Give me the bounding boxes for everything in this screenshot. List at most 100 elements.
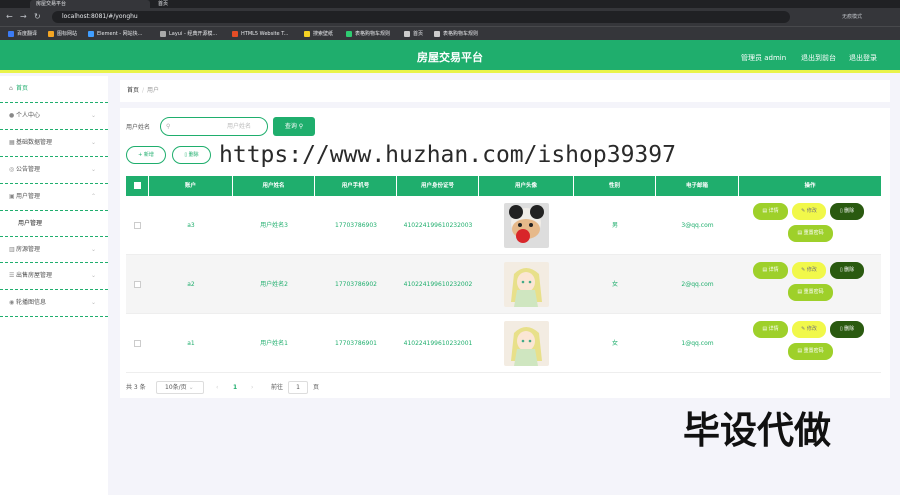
delete-button[interactable]: ▯ 删除 <box>830 203 864 220</box>
row-checkbox[interactable] <box>134 222 141 229</box>
batch-delete-button[interactable]: ▯ 删除 <box>172 146 211 164</box>
page-size-select[interactable]: 10条/页 ⌄ <box>156 381 204 394</box>
reset-password-button[interactable]: ▤ 重置密码 <box>788 225 833 242</box>
search-button[interactable]: 查询 ⚲ <box>273 117 315 136</box>
cell-phone: 17703786902 <box>335 281 377 288</box>
trash-icon: ▯ <box>839 267 843 273</box>
sidebar-item-home[interactable]: ⌂ 首页 <box>0 76 108 103</box>
chevron-up-icon: ⌃ <box>90 193 96 200</box>
back-icon[interactable]: ← <box>6 11 13 23</box>
sidebar-item-label: 用户管理 <box>18 220 43 227</box>
detail-label: 详情 <box>768 267 779 273</box>
browser-toolbar: ← → ↻ localhost:8081/#/yonghu 无痕模式 <box>0 8 900 26</box>
column-header: 操作 <box>804 183 816 189</box>
reload-icon[interactable]: ↻ <box>34 11 41 23</box>
admin-label: 管理员 admin <box>741 54 787 62</box>
delete-button[interactable]: ▯ 删除 <box>830 262 864 279</box>
browser-tab-active[interactable]: 房屋交易平台 <box>30 0 150 8</box>
breadcrumb-home[interactable]: 首页 <box>127 87 139 94</box>
forward-icon[interactable]: → <box>20 11 27 23</box>
profile-label[interactable]: 无痕模式 <box>842 11 862 23</box>
delete-button[interactable]: ▯ 删除 <box>830 321 864 338</box>
bookmark-item[interactable]: 百度翻译 <box>8 28 37 40</box>
back-to-front-link[interactable]: 退出到前台 <box>801 40 836 76</box>
header-select-all[interactable] <box>126 176 149 196</box>
sidebar-item-sales[interactable]: ☰ 出售房屋管理 ⌄ <box>0 263 108 290</box>
bookmark-item[interactable]: 搜索壁纸 <box>304 28 333 40</box>
bookmark-item[interactable]: Layui - 经典开源模... <box>160 28 217 40</box>
detail-button[interactable]: ▤ 详情 <box>753 321 788 338</box>
detail-label: 详情 <box>768 326 779 332</box>
breadcrumb: 首页 / 用户 <box>120 80 890 102</box>
sidebar-item-houses[interactable]: ▥房源管理 ⌄ <box>0 236 108 263</box>
row-checkbox[interactable] <box>134 340 141 347</box>
edit-button[interactable]: ✎ 修改 <box>792 321 826 338</box>
edit-button[interactable]: ✎ 修改 <box>792 203 826 220</box>
trash-icon: ▯ <box>184 152 188 158</box>
page-unit: 页 <box>313 384 320 391</box>
row-select[interactable] <box>126 255 149 313</box>
url-text: localhost:8081/#/yonghu <box>62 13 138 20</box>
bookmark-item[interactable]: 表格购物车规则 <box>434 28 478 40</box>
search-label: 用户姓名 <box>126 124 151 131</box>
cell-avatar <box>479 255 574 313</box>
bookmark-icon <box>232 30 238 37</box>
search-input[interactable]: ⚲ 用户姓名 <box>160 117 268 136</box>
chevron-down-icon: ⌄ <box>90 246 96 253</box>
sidebar-item-carousel[interactable]: ◉ 轮播图信息 ⌄ <box>0 290 108 317</box>
reset-password-button[interactable]: ▤ 重置密码 <box>788 284 833 301</box>
bookmark-icon <box>160 30 166 37</box>
sidebar-item-label: 公告管理 <box>16 166 41 173</box>
select-all-checkbox[interactable] <box>133 182 141 189</box>
column-header: 用户姓名 <box>233 176 315 196</box>
browser-tab-strip: 房屋交易平台 首页 <box>0 0 900 8</box>
current-page[interactable]: 1 <box>233 381 237 395</box>
browser-tab[interactable]: 首页 <box>152 0 262 8</box>
bookmark-item[interactable]: Element - 网站快... <box>88 28 142 40</box>
sidebar-item-label: 首页 <box>16 85 29 92</box>
column-header: 用户身份证号 <box>397 176 479 196</box>
sidebar-item-notice[interactable]: ◎ 公告管理 ⌄ <box>0 157 108 184</box>
bookmark-icon <box>346 30 352 37</box>
prev-page-icon[interactable]: ‹ <box>216 381 218 395</box>
watermark-text: https://www.huzhan.com/ishop39397 <box>219 142 676 168</box>
logout-link[interactable]: 退出登录 <box>849 40 877 76</box>
delete-button-label: 删除 <box>188 152 199 158</box>
bookmark-item[interactable]: 表格购物车规则 <box>346 28 390 40</box>
avatar <box>504 321 549 366</box>
row-select[interactable] <box>126 314 149 372</box>
chevron-down-icon: ⌄ <box>188 384 194 391</box>
sidebar-item-users[interactable]: ▣用户管理 ⌃ <box>0 184 108 211</box>
cell-name: 用户姓名2 <box>260 281 288 288</box>
add-button[interactable]: + 新增 <box>126 146 166 164</box>
breadcrumb-separator: / <box>142 87 145 94</box>
search-icon: ⚲ <box>166 123 171 130</box>
key-icon: ▤ <box>797 289 803 295</box>
next-page-icon[interactable]: › <box>251 381 253 395</box>
cell-avatar <box>479 314 574 372</box>
bookmark-item[interactable]: 图标网站 <box>48 28 77 40</box>
top-navbar: 房屋交易平台 管理员 admin 退出到前台 退出登录 <box>0 40 900 73</box>
row-checkbox[interactable] <box>134 281 141 288</box>
reset-password-button[interactable]: ▤ 重置密码 <box>788 343 833 360</box>
cell-account: a2 <box>187 281 195 288</box>
address-bar[interactable]: localhost:8081/#/yonghu <box>52 11 790 23</box>
detail-button[interactable]: ▤ 详情 <box>753 203 788 220</box>
bookmark-item[interactable]: HTML5 Website T... <box>232 28 288 40</box>
bookmark-icon <box>434 30 440 37</box>
goto-page-input[interactable]: 1 <box>288 381 308 394</box>
edit-button[interactable]: ✎ 修改 <box>792 262 826 279</box>
sidebar-item-basic-data[interactable]: ▦基础数据管理 ⌄ <box>0 130 108 157</box>
edit-icon: ✎ <box>801 326 806 332</box>
cell-actions: ▤ 详情 ✎ 修改 ▯ 删除 ▤ 重置密码 <box>739 314 881 372</box>
cell-account: a3 <box>187 222 195 229</box>
sidebar-item-profile[interactable]: ● 个人中心 ⌄ <box>0 103 108 130</box>
bookmark-label: Layui - 经典开源模... <box>169 31 218 37</box>
cell-idcard: 410224199610232002 <box>403 281 473 288</box>
cell-gender: 女 <box>611 340 618 347</box>
bookmark-item[interactable]: 首页 <box>404 28 423 40</box>
row-select[interactable] <box>126 196 149 254</box>
detail-button[interactable]: ▤ 详情 <box>753 262 788 279</box>
avatar <box>504 203 549 248</box>
sidebar-subitem-users[interactable]: 用户管理 <box>0 211 108 236</box>
